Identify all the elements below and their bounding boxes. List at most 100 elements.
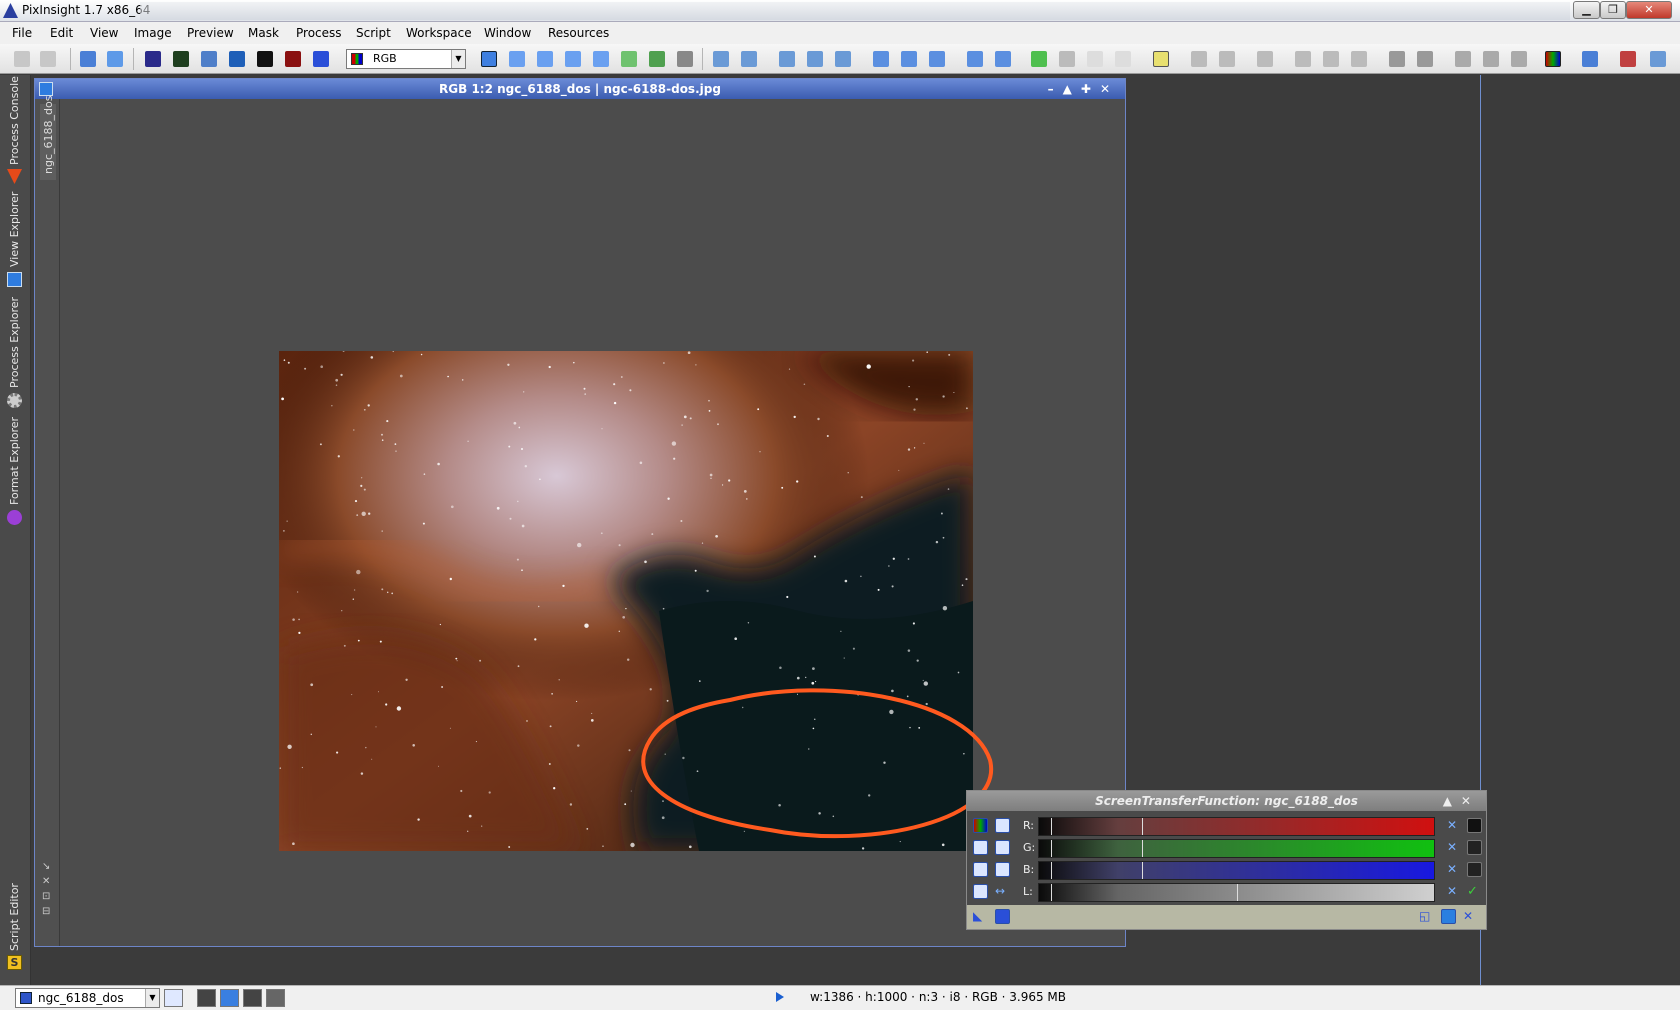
auto-a-icon[interactable] <box>973 862 988 877</box>
zoom-fit-icon[interactable] <box>509 51 525 67</box>
color-manage-icon[interactable] <box>1582 51 1598 67</box>
menu-window[interactable]: Window <box>484 26 531 40</box>
minimize-button[interactable]: ▁ <box>1573 1 1600 19</box>
cascade-icon[interactable] <box>901 51 917 67</box>
zoom-1-1-icon[interactable] <box>779 51 795 67</box>
apply-global-icon[interactable]: ◱ <box>1419 909 1434 924</box>
stf-marker[interactable] <box>1050 818 1052 835</box>
grid-icon[interactable] <box>973 884 988 899</box>
process-a-icon[interactable] <box>1191 51 1207 67</box>
color-mode-select[interactable]: RGB ▼ <box>346 49 466 69</box>
channel-composite-icon[interactable] <box>313 51 329 67</box>
process-i-icon[interactable] <box>1455 51 1471 67</box>
zoom-mode-icon[interactable] <box>565 51 581 67</box>
stf-marker[interactable] <box>1141 862 1143 879</box>
reset-icon[interactable]: ✕ <box>1463 909 1478 924</box>
menu-mask[interactable]: Mask <box>248 26 279 40</box>
stf-plus-icon[interactable] <box>1467 862 1482 877</box>
stf-reset-icon[interactable] <box>1059 51 1075 67</box>
stf-marker[interactable] <box>1050 862 1052 879</box>
zoom-out-icon[interactable] <box>741 51 757 67</box>
pointer-icon[interactable] <box>677 51 693 67</box>
channel-alpha-icon[interactable] <box>285 51 301 67</box>
process-b-icon[interactable] <box>1219 51 1235 67</box>
mask-invert-icon[interactable] <box>995 51 1011 67</box>
channel-lum-icon[interactable] <box>229 51 245 67</box>
stf-enable-icon[interactable] <box>1115 51 1131 67</box>
stf-marker[interactable] <box>1141 818 1143 835</box>
tab-process-explorer[interactable]: Process Explorer <box>4 297 26 415</box>
menu-edit[interactable]: Edit <box>50 26 73 40</box>
redo-icon[interactable] <box>40 51 56 67</box>
stf-reset-channel-icon[interactable]: ✕ <box>1447 862 1462 877</box>
zoom-in-icon[interactable] <box>713 51 729 67</box>
process-k-icon[interactable] <box>1511 51 1527 67</box>
stf-window-buttons[interactable]: ▲✕ <box>1443 791 1480 811</box>
readout-mode-icon[interactable] <box>481 51 497 67</box>
stf-marker[interactable] <box>1050 884 1052 901</box>
tab-process-console[interactable]: Process Console <box>4 75 26 185</box>
channel-blue-icon[interactable] <box>201 51 217 67</box>
process-e-icon[interactable] <box>1323 51 1339 67</box>
display-channel-icon[interactable] <box>197 989 216 1007</box>
view-select[interactable]: ngc_6188_dos ▼ <box>15 988 160 1008</box>
stf-panel[interactable]: ScreenTransferFunction: ngc_6188_dos ▲✕ … <box>966 790 1487 930</box>
stats-icon[interactable] <box>1620 51 1636 67</box>
tab-script-editor[interactable]: Script Editor S <box>4 883 26 975</box>
menu-resources[interactable]: Resources <box>548 26 609 40</box>
stf-reset-channel-icon[interactable]: ✕ <box>1447 818 1462 833</box>
add-icon[interactable] <box>995 840 1010 855</box>
stf-marker[interactable] <box>1050 840 1052 857</box>
display-alpha-icon[interactable] <box>243 989 262 1007</box>
stf-auto-icon[interactable] <box>1031 51 1047 67</box>
menu-image[interactable]: Image <box>134 26 172 40</box>
menu-file[interactable]: File <box>12 26 32 40</box>
arrow-up-icon[interactable] <box>995 818 1010 833</box>
pan-mode-icon[interactable] <box>537 51 553 67</box>
stf-titlebar[interactable]: ScreenTransferFunction: ngc_6188_dos ▲✕ <box>967 791 1486 811</box>
channel-red-icon[interactable] <box>145 51 161 67</box>
channel-gray-icon[interactable] <box>257 51 273 67</box>
play-icon[interactable] <box>776 992 784 1002</box>
image-window-buttons[interactable]: –▲✚✕ <box>1048 79 1119 99</box>
info-icon[interactable] <box>1650 51 1666 67</box>
channel-1-icon[interactable] <box>973 840 988 855</box>
center-view-icon[interactable] <box>593 51 609 67</box>
checkmark-icon[interactable]: ✓ <box>1467 884 1482 899</box>
display-rgb-icon[interactable] <box>220 989 239 1007</box>
histogram-icon[interactable] <box>1545 51 1561 67</box>
stf-marker[interactable] <box>1141 840 1143 857</box>
minus-icon[interactable] <box>995 862 1010 877</box>
process-g-icon[interactable] <box>1389 51 1405 67</box>
stf-active-icon[interactable] <box>1153 51 1169 67</box>
view-list-icon[interactable] <box>995 909 1010 924</box>
edit-preview-icon[interactable] <box>649 51 665 67</box>
stf-reset-channel-icon[interactable]: ✕ <box>1447 840 1462 855</box>
close-button[interactable]: ✕ <box>1626 1 1672 19</box>
stf-slider-l[interactable] <box>1038 883 1435 902</box>
tab-view-explorer[interactable]: View Explorer <box>4 192 26 295</box>
stf-reset-channel-icon[interactable]: ✕ <box>1447 884 1462 899</box>
tile-icon[interactable] <box>929 51 945 67</box>
stf-slider-g[interactable] <box>1038 839 1435 858</box>
stf-link-icon[interactable] <box>1087 51 1103 67</box>
new-instance-icon[interactable]: ◣ <box>973 909 988 924</box>
process-f-icon[interactable] <box>1351 51 1367 67</box>
menu-process[interactable]: Process <box>296 26 342 40</box>
channel-green-icon[interactable] <box>173 51 189 67</box>
process-c-icon[interactable] <box>1257 51 1273 67</box>
process-j-icon[interactable] <box>1483 51 1499 67</box>
view-tools-icon[interactable]: ↘ ✕ ⊡ ⊟ <box>42 859 52 919</box>
clone-view-icon[interactable] <box>107 51 123 67</box>
new-preview-icon[interactable] <box>621 51 637 67</box>
stf-marker[interactable] <box>1236 884 1238 901</box>
undo-icon[interactable] <box>14 51 30 67</box>
tab-format-explorer[interactable]: Format Explorer <box>4 417 26 535</box>
zoom-1-4-icon[interactable] <box>835 51 851 67</box>
link-channels-icon[interactable] <box>973 818 988 833</box>
process-h-icon[interactable] <box>1417 51 1433 67</box>
new-view-icon[interactable] <box>164 989 183 1007</box>
restore-button[interactable]: ❐ <box>1600 1 1626 19</box>
display-mask-icon[interactable] <box>266 989 285 1007</box>
stf-slider-b[interactable] <box>1038 861 1435 880</box>
